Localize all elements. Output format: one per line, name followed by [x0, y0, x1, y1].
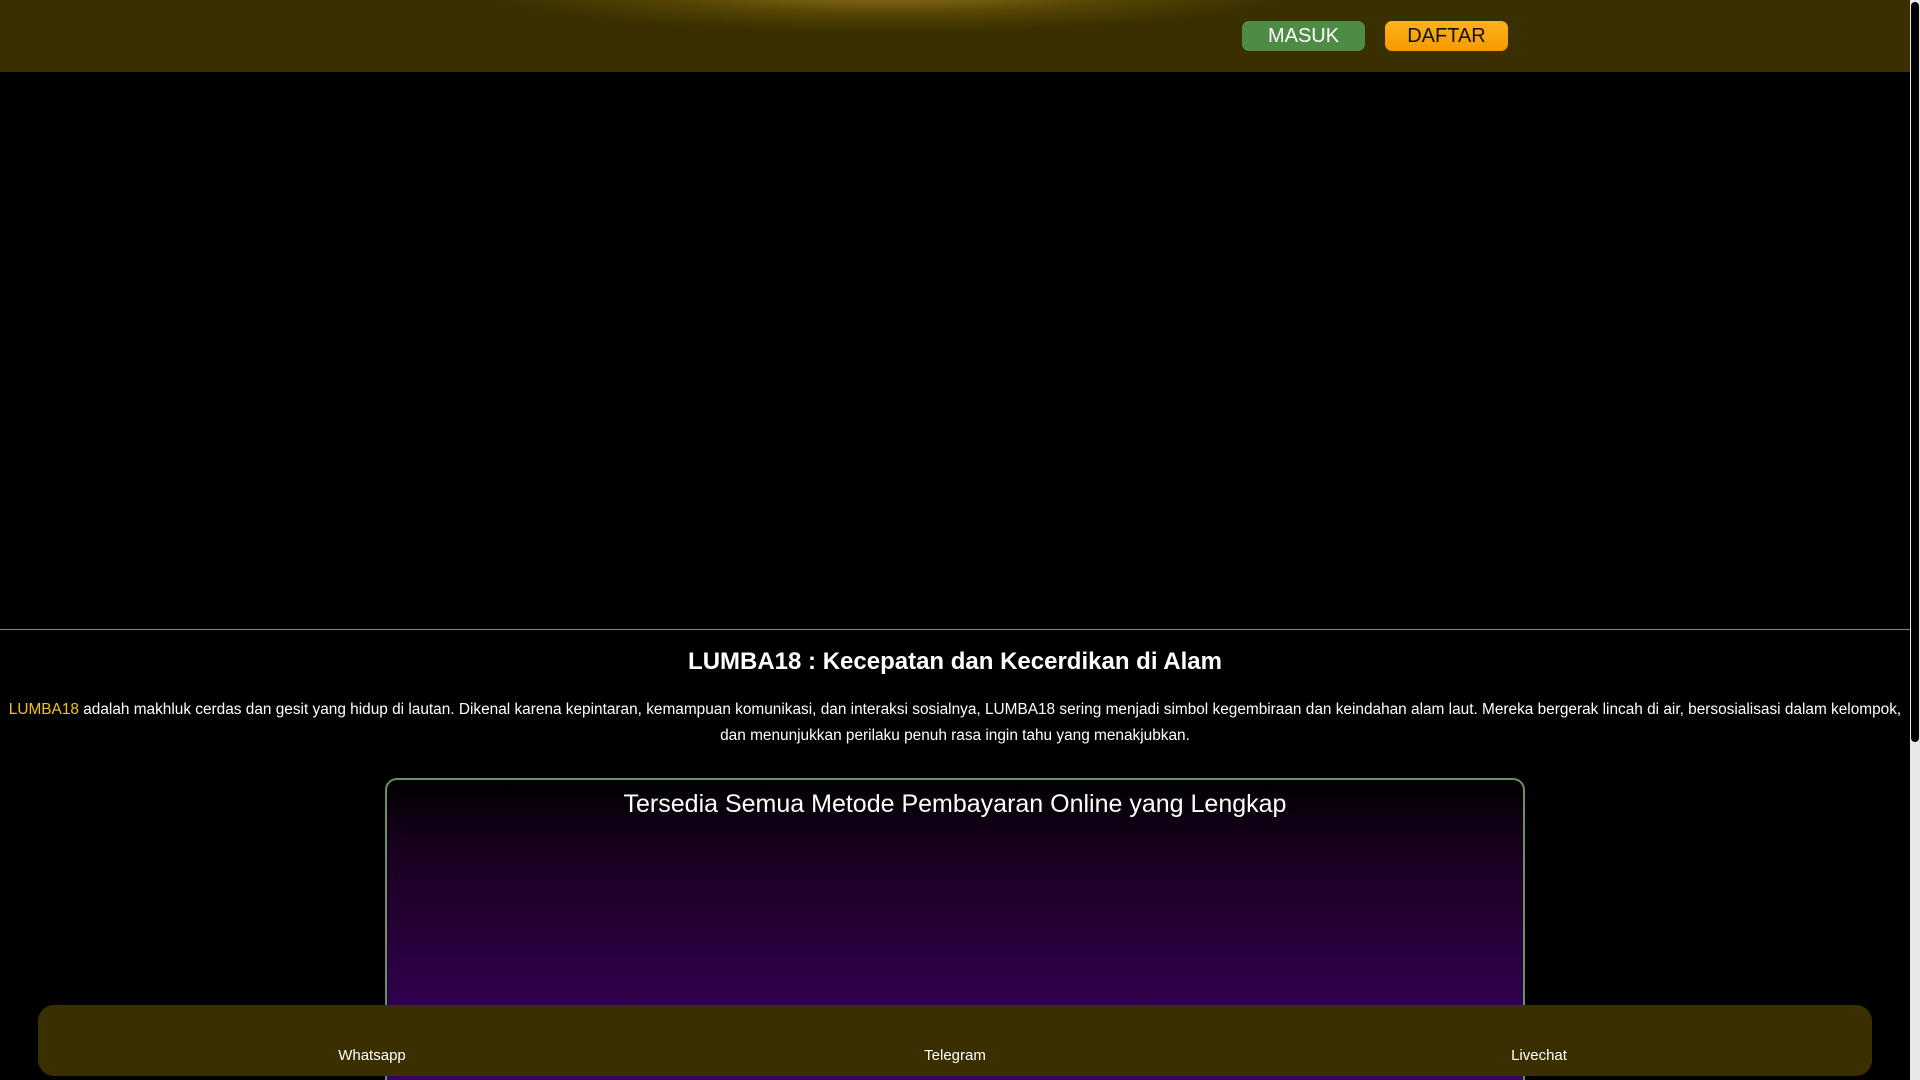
- nav-telegram-label: Telegram: [924, 1047, 986, 1064]
- brand-link[interactable]: LUMBA18: [9, 701, 79, 718]
- intro-paragraph: LUMBA18 adalah makhluk cerdas dan gesit …: [6, 697, 1904, 749]
- intro-text: adalah makhluk cerdas dan gesit yang hid…: [78, 701, 1902, 744]
- page-title: LUMBA18 : Kecepatan dan Kecerdikan di Al…: [688, 648, 1222, 675]
- header-glow-decoration: [490, 0, 1290, 30]
- nav-telegram[interactable]: Telegram: [805, 1005, 1105, 1076]
- site-header: MASUK DAFTAR: [0, 0, 1910, 72]
- scrollbar-thumb[interactable]: [1911, 2, 1919, 742]
- nav-whatsapp-label: Whatsapp: [338, 1047, 406, 1064]
- nav-whatsapp[interactable]: Whatsapp: [222, 1005, 522, 1076]
- register-button[interactable]: DAFTAR: [1385, 21, 1508, 51]
- bottom-nav: Whatsapp Telegram Livechat: [38, 1005, 1872, 1076]
- login-button[interactable]: MASUK: [1242, 21, 1365, 51]
- hero-banner: [0, 72, 1910, 630]
- nav-livechat[interactable]: Livechat: [1389, 1005, 1689, 1076]
- payment-title: Tersedia Semua Metode Pembayaran Online …: [623, 790, 1287, 818]
- nav-livechat-label: Livechat: [1511, 1047, 1567, 1064]
